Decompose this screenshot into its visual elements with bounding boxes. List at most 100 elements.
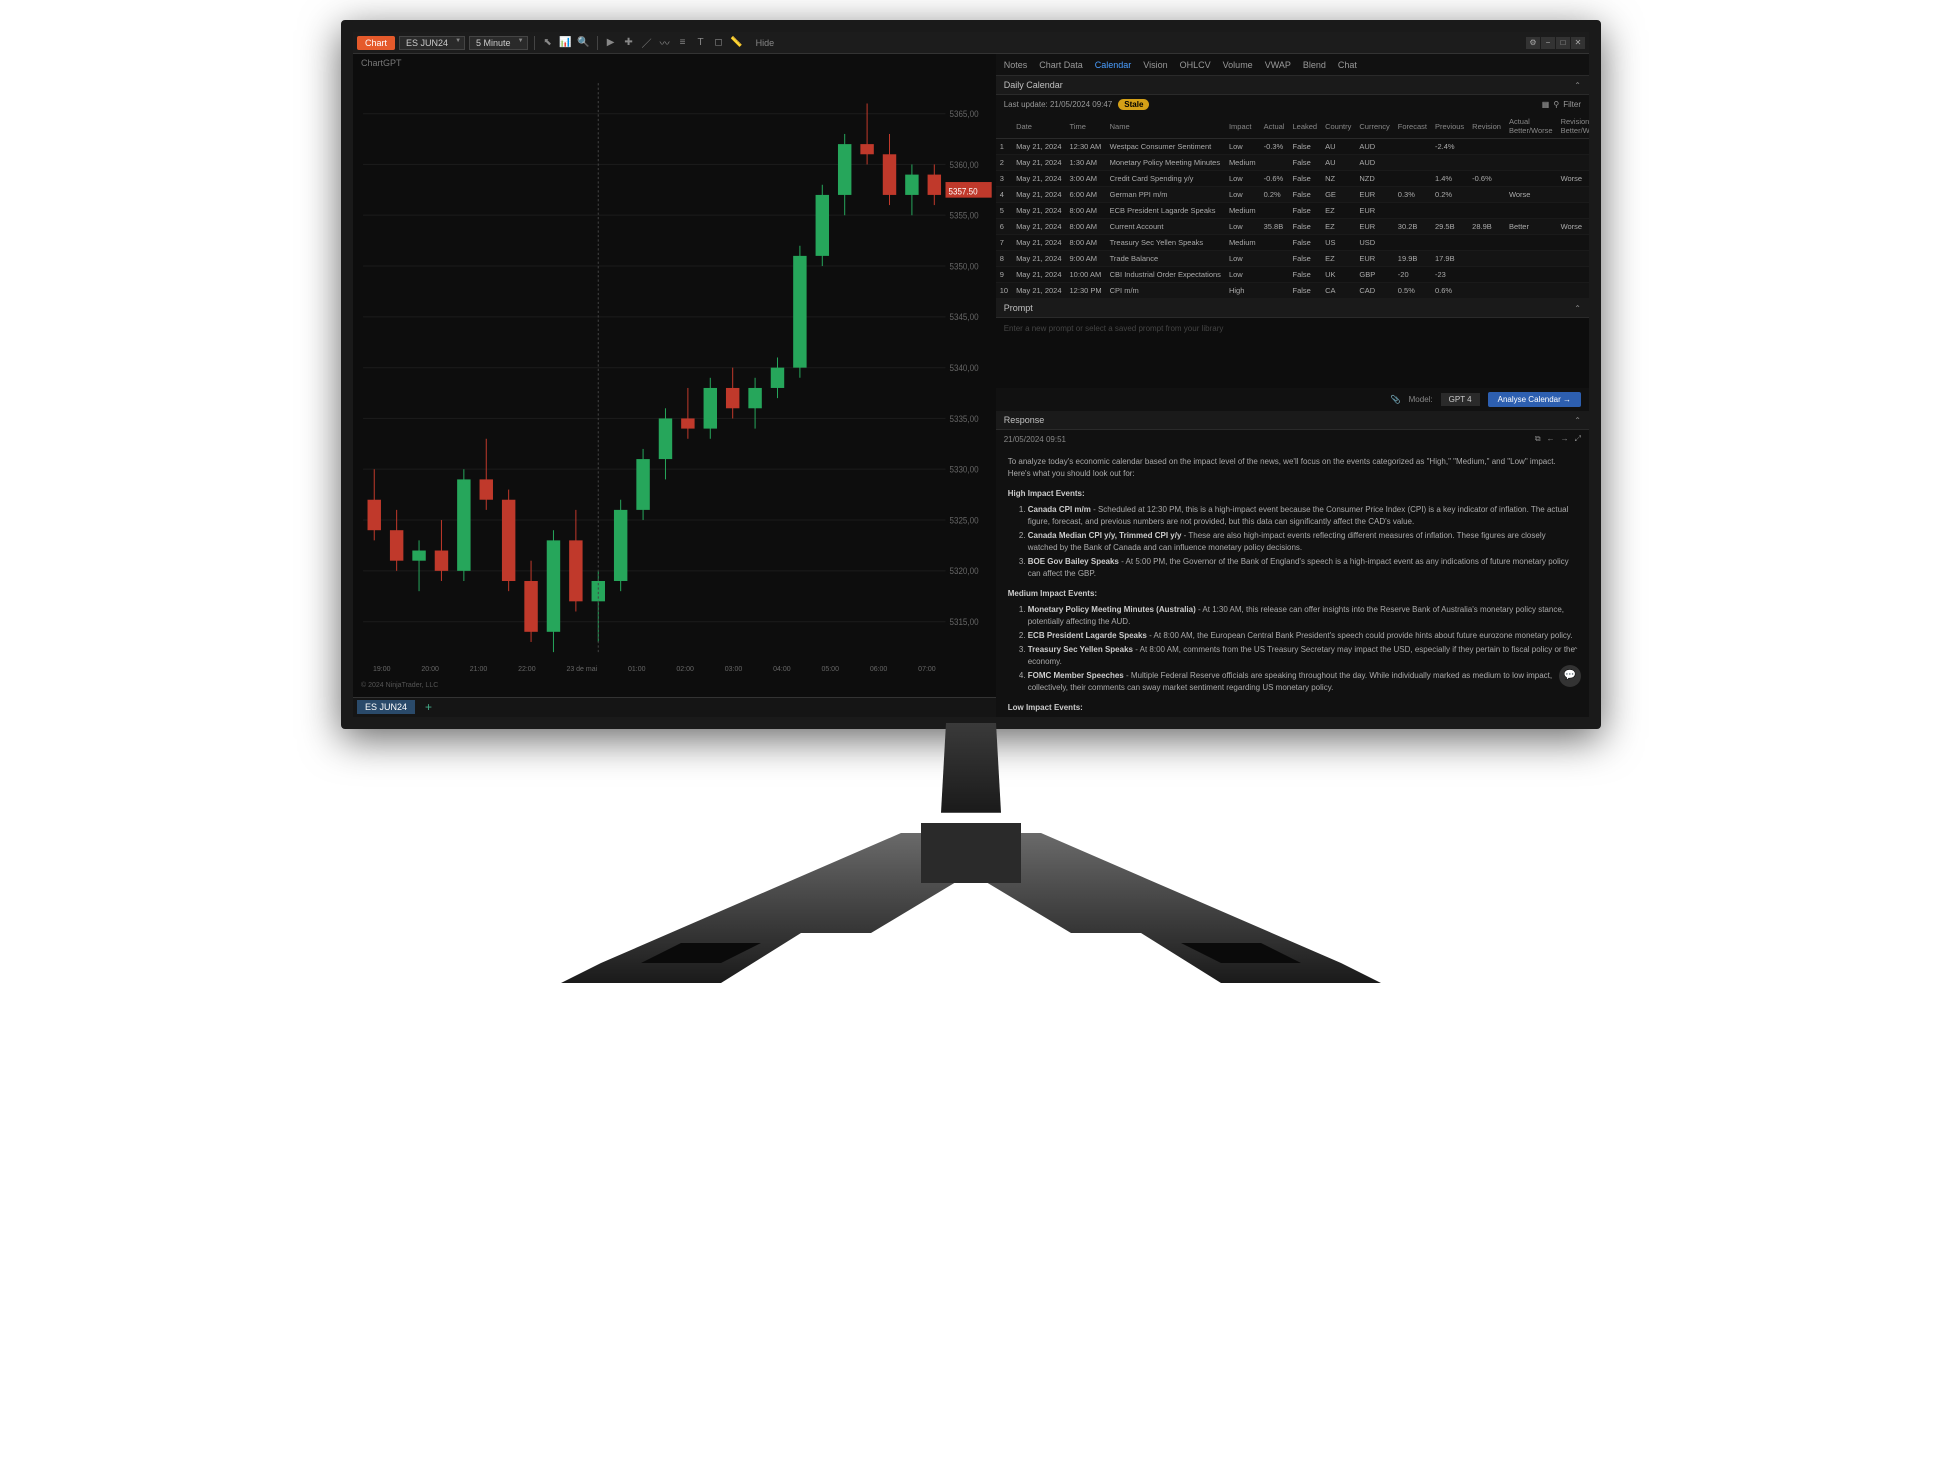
cell: False [1288,235,1321,251]
scroll-up-icon[interactable]: ⌃ [1572,645,1579,657]
settings-icon[interactable]: ⚙ [1526,37,1540,49]
interval-select[interactable]: 5 Minute [469,36,528,50]
draw-text-icon[interactable]: T [694,36,708,50]
pointer-icon[interactable]: ▶ [604,36,618,50]
draw-trend-icon[interactable]: 〰 [658,36,672,50]
filter-button[interactable]: ▦ ⚲ Filter [1542,100,1581,109]
cell: 0.3% [1394,187,1431,203]
measure-icon[interactable]: 📏 [730,36,744,50]
expand-icon[interactable]: ⤢ [1575,434,1581,444]
cell: NZD [1355,171,1393,187]
hide-button[interactable]: Hide [756,38,775,48]
chat-fab[interactable]: 💬 [1559,665,1581,687]
table-row[interactable]: 3May 21, 20243:00 AMCredit Card Spending… [996,171,1589,187]
col-header: Actual Better/Worse [1505,114,1557,139]
draw-shape-icon[interactable]: ◻ [712,36,726,50]
cell: 1 [996,139,1012,155]
tab-notes[interactable]: Notes [1004,60,1028,70]
copy-icon[interactable]: ⧉ [1535,434,1541,444]
cell [1505,155,1557,171]
tab-chart-data[interactable]: Chart Data [1039,60,1083,70]
col-header [996,114,1012,139]
cursor-icon[interactable]: ⬉ [541,36,555,50]
svg-text:5340,00: 5340,00 [950,363,979,374]
cell: 8:00 AM [1066,235,1106,251]
tab-volume[interactable]: Volume [1223,60,1253,70]
table-row[interactable]: 5May 21, 20248:00 AMECB President Lagard… [996,203,1589,219]
table-row[interactable]: 4May 21, 20246:00 AMGerman PPI m/mLow0.2… [996,187,1589,203]
chart-badge[interactable]: Chart [357,36,395,50]
tab-blend[interactable]: Blend [1303,60,1326,70]
cell: May 21, 2024 [1012,219,1065,235]
cell [1557,251,1589,267]
cell: 8:00 AM [1066,203,1106,219]
draw-fib-icon[interactable]: ≡ [676,36,690,50]
tab-chat[interactable]: Chat [1338,60,1357,70]
analyse-button[interactable]: Analyse Calendar → [1488,392,1581,407]
tab-ohlcv[interactable]: OHLCV [1180,60,1211,70]
cell [1431,203,1468,219]
cell [1468,139,1505,155]
cell [1394,235,1431,251]
table-row[interactable]: 10May 21, 202412:30 PMCPI m/mHighFalseCA… [996,283,1589,299]
cell: German PPI m/m [1106,187,1225,203]
close-icon[interactable]: ✕ [1571,37,1585,49]
x-tick: 02:00 [676,666,694,673]
cell: Better [1505,219,1557,235]
table-row[interactable]: 6May 21, 20248:00 AMCurrent AccountLow35… [996,219,1589,235]
table-row[interactable]: 1May 21, 202412:30 AMWestpac Consumer Se… [996,139,1589,155]
prev-icon[interactable]: ← [1547,434,1555,444]
x-tick: 03:00 [725,666,743,673]
cell: EZ [1321,219,1355,235]
minimize-icon[interactable]: − [1541,37,1555,49]
cell: False [1288,203,1321,219]
col-header: Currency [1355,114,1393,139]
col-header: Leaked [1288,114,1321,139]
draw-line-icon[interactable]: ／ [640,36,654,50]
col-header: Date [1012,114,1065,139]
attachment-icon[interactable]: 📎 [1391,395,1401,404]
prompt-header[interactable]: Prompt ⌃ [996,299,1589,318]
chart-canvas[interactable]: 5365,005360,005355,005350,005345,005340,… [353,72,996,697]
cell [1557,139,1589,155]
crosshair-icon[interactable]: ✚ [622,36,636,50]
cell [1505,283,1557,299]
symbol-select[interactable]: ES JUN24 [399,36,465,50]
cell: 35.8B [1260,219,1289,235]
cell [1394,171,1431,187]
table-row[interactable]: 8May 21, 20249:00 AMTrade BalanceLowFals… [996,251,1589,267]
prompt-textarea[interactable]: Enter a new prompt or select a saved pro… [996,318,1589,388]
cell: Worse [1557,219,1589,235]
chart-type-icon[interactable]: 📊 [559,36,573,50]
cell [1557,155,1589,171]
response-header[interactable]: Response ⌃ [996,411,1589,430]
tab-calendar[interactable]: Calendar [1095,60,1132,70]
cell [1557,267,1589,283]
add-tab-button[interactable]: + [419,700,438,714]
cell: Medium [1225,235,1260,251]
table-row[interactable]: 7May 21, 20248:00 AMTreasury Sec Yellen … [996,235,1589,251]
table-row[interactable]: 9May 21, 202410:00 AMCBI Industrial Orde… [996,267,1589,283]
cell [1260,267,1289,283]
separator [534,36,535,50]
cell: 28.9B [1468,219,1505,235]
cell: 4 [996,187,1012,203]
daily-calendar-header[interactable]: Daily Calendar ⌃ [996,76,1589,95]
tab-vwap[interactable]: VWAP [1265,60,1291,70]
cell [1260,283,1289,299]
col-header: Time [1066,114,1106,139]
cell: Low [1225,219,1260,235]
cell: GBP [1355,267,1393,283]
x-tick: 23 de mai [566,666,597,673]
cell [1557,187,1589,203]
list-item: FOMC Member Speeches - Multiple Federal … [1028,670,1577,694]
table-row[interactable]: 2May 21, 20241:30 AMMonetary Policy Meet… [996,155,1589,171]
next-icon[interactable]: → [1561,434,1569,444]
zoom-icon[interactable]: 🔍 [577,36,591,50]
chart-tab-active[interactable]: ES JUN24 [357,700,415,714]
filter-icon: ⚲ [1553,100,1559,109]
maximize-icon[interactable]: □ [1556,37,1570,49]
tab-vision[interactable]: Vision [1143,60,1167,70]
model-select[interactable]: GPT 4 [1441,393,1480,406]
high-impact-header: High Impact Events: [1008,488,1577,500]
